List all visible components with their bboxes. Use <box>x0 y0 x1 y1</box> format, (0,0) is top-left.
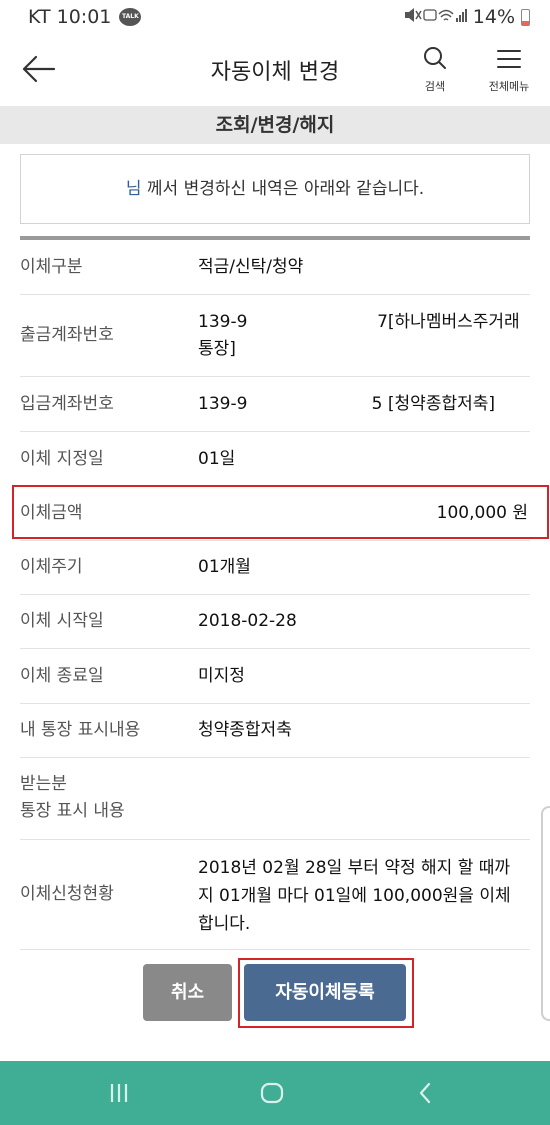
system-nav-bar <box>0 1061 550 1125</box>
scroll-edge-indicator <box>541 806 550 1021</box>
row-deposit-account: 입금계좌번호 139-9 5 [청약종합저축] <box>20 377 530 432</box>
row-label: 이체 지정일 <box>20 449 104 469</box>
customer-name-suffix: 님 <box>125 179 142 199</box>
row-value: 적금/신탁/청약 <box>198 257 304 277</box>
carrier-time: KT 10:01 <box>28 6 112 28</box>
row-value: 청약종합저축 <box>198 720 292 740</box>
row-application-status: 이체신청현황 2018년 02월 28일 부터 약정 해지 할 때까지 01개월… <box>20 840 530 950</box>
cancel-button[interactable]: 취소 <box>143 964 232 1021</box>
row-label: 이체 종료일 <box>20 666 104 686</box>
kakaotalk-icon: TALK <box>119 8 142 26</box>
hamburger-menu-icon <box>497 50 521 68</box>
row-value: 139-9 5 [청약종합저축] <box>198 394 496 414</box>
back-button[interactable] <box>18 52 58 86</box>
row-label: 이체주기 <box>20 557 83 577</box>
recent-apps-button[interactable] <box>89 1075 149 1111</box>
page-title: 자동이체 변경 <box>210 60 340 85</box>
row-value: 2018년 02월 28일 부터 약정 해지 할 때까지 01개월 마다 01일… <box>198 858 511 934</box>
search-icon <box>424 47 446 69</box>
home-icon <box>260 1082 284 1104</box>
search-button[interactable]: 검색 <box>413 46 457 96</box>
battery-icon <box>521 8 530 26</box>
row-label: 이체 시작일 <box>20 611 104 631</box>
row-transfer-cycle: 이체주기 01개월 <box>20 541 530 595</box>
row-recipient-memo: 받는분 통장 표시 내용 <box>20 758 530 840</box>
row-label: 출금계좌번호 <box>20 325 114 345</box>
back-nav-button[interactable] <box>396 1075 456 1111</box>
row-value: 01개월 <box>198 557 251 577</box>
row-label: 입금계좌번호 <box>20 394 114 414</box>
chevron-left-icon <box>419 1082 431 1104</box>
menu-label: 전체메뉴 <box>488 80 530 93</box>
signal-icons <box>403 6 467 28</box>
row-start-date: 이체 시작일 2018-02-28 <box>20 595 530 649</box>
amount-highlight-box <box>12 485 549 539</box>
search-label: 검색 <box>424 80 446 93</box>
row-withdraw-account: 출금계좌번호 139-9 7[하나멤버스주거래통장] <box>20 295 530 377</box>
row-label: 내 통장 표시내용 <box>20 720 141 740</box>
battery-percent: 14% <box>472 6 515 28</box>
status-left: KT 10:01 TALK <box>28 6 142 28</box>
change-notice: 님 께서 변경하신 내역은 아래와 같습니다. <box>20 154 530 224</box>
row-my-account-memo: 내 통장 표시내용 청약종합저축 <box>20 704 530 758</box>
row-transfer-type: 이체구분 적금/신탁/청약 <box>20 240 530 295</box>
row-label: 받는분 통장 표시 내용 <box>20 774 125 821</box>
row-end-date: 이체 종료일 미지정 <box>20 649 530 704</box>
auto-transfer-register-button[interactable]: 자동이체등록 <box>244 964 406 1021</box>
section-title: 조회/변경/해지 <box>0 106 550 144</box>
recent-apps-icon <box>110 1084 128 1102</box>
status-bar: KT 10:01 TALK 14% <box>0 0 550 34</box>
home-button[interactable] <box>242 1075 302 1111</box>
row-value: 01일 <box>198 449 236 469</box>
row-value: 2018-02-28 <box>198 611 297 631</box>
row-transfer-day: 이체 지정일 01일 <box>20 432 530 486</box>
status-right: 14% <box>403 6 530 28</box>
notice-text: 께서 변경하신 내역은 아래와 같습니다. <box>141 179 425 199</box>
app-header: 자동이체 변경 검색 전체메뉴 <box>0 34 550 104</box>
row-value: 139-9 7[하나멤버스주거래통장] <box>198 312 520 359</box>
row-label: 이체구분 <box>20 257 83 277</box>
arrow-left-icon <box>22 55 56 83</box>
mute-wifi-signal-icon <box>404 8 467 22</box>
row-label: 이체신청현황 <box>20 884 114 904</box>
full-menu-button[interactable]: 전체메뉴 <box>484 46 534 96</box>
row-value: 미지정 <box>198 666 245 686</box>
